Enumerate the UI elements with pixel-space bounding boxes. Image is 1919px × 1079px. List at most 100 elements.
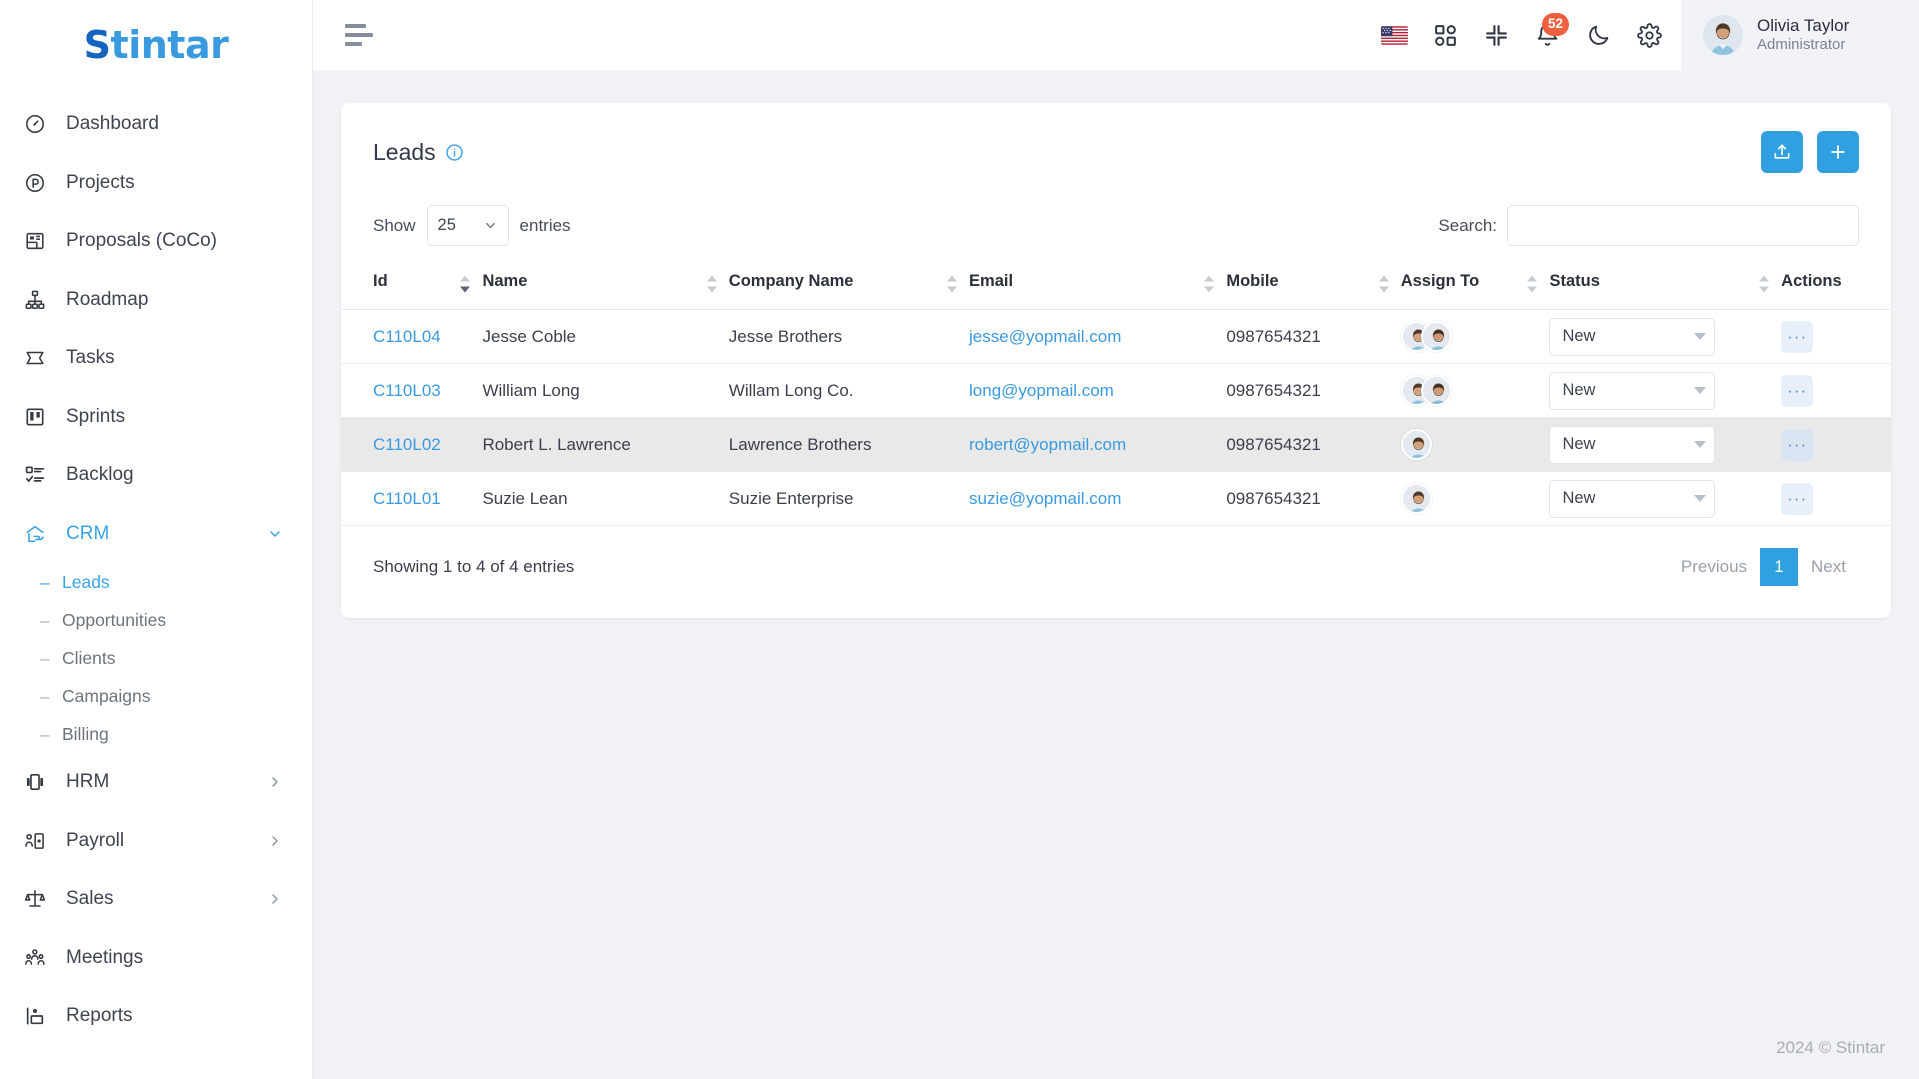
sidebar-item-roadmap[interactable]: Roadmap (0, 271, 312, 330)
hamburger-menu-icon[interactable] (345, 24, 379, 46)
cell-assign-to (1400, 309, 1550, 364)
column-label: Company Name (728, 272, 854, 290)
language-flag-icon[interactable] (1369, 10, 1420, 61)
profile-text: Olivia Taylor Administrator (1757, 15, 1849, 55)
column-label: Name (482, 272, 528, 290)
cell-actions: ··· (1781, 363, 1891, 418)
search-label: Search: (1438, 215, 1497, 235)
sidebar-item-label: CRM (66, 522, 110, 544)
chevron-right-icon (266, 832, 284, 850)
column-header-assign-to[interactable]: Assign To (1400, 258, 1550, 310)
assignee-avatars[interactable] (1400, 375, 1550, 406)
sidebar-item-reports[interactable]: Reports (0, 987, 312, 1046)
row-actions-button[interactable]: ··· (1781, 320, 1814, 353)
sidebar-item-dashboard[interactable]: Dashboard (0, 95, 312, 154)
sort-indicator (1759, 275, 1770, 292)
cell-assign-to (1400, 363, 1550, 418)
cell-actions: ··· (1781, 471, 1891, 526)
search-input[interactable] (1507, 205, 1859, 246)
sidebar-item-crm[interactable]: CRM (0, 505, 312, 564)
email-link[interactable]: jesse@yopmail.com (969, 327, 1121, 346)
entries-label: entries (519, 215, 571, 235)
column-header-id[interactable]: Id (341, 258, 483, 310)
sidebar-item-payroll[interactable]: Payroll (0, 812, 312, 871)
email-link[interactable]: suzie@yopmail.com (969, 489, 1121, 508)
email-link[interactable]: long@yopmail.com (969, 381, 1114, 400)
page-title: Leads (373, 139, 464, 166)
cell-id: C110L03 (341, 363, 483, 418)
sidebar-subitem-clients[interactable]: – Clients (0, 639, 312, 677)
sidebar-item-projects[interactable]: Projects (0, 154, 312, 213)
chevron-down-icon (266, 525, 284, 543)
notifications-bell-icon[interactable]: 52 (1522, 10, 1573, 61)
table-row[interactable]: C110L01 Suzie Lean Suzie Enterprise suzi… (341, 471, 1891, 526)
cell-assign-to (1400, 471, 1550, 526)
pagination-next[interactable]: Next (1798, 548, 1859, 586)
profile-name: Olivia Taylor (1757, 16, 1850, 35)
column-header-status[interactable]: Status (1549, 258, 1782, 310)
status-select[interactable]: New (1549, 317, 1716, 356)
lead-id-link[interactable]: C110L01 (373, 489, 441, 508)
cell-id: C110L04 (341, 309, 483, 364)
status-select[interactable]: New (1549, 371, 1716, 410)
info-icon[interactable] (445, 143, 464, 162)
status-select[interactable]: New (1549, 425, 1716, 464)
email-link[interactable]: robert@yopmail.com (969, 435, 1126, 454)
sidebar-subitem-campaigns[interactable]: – Campaigns (0, 677, 312, 715)
roadmap-icon (22, 287, 48, 313)
lead-id-link[interactable]: C110L03 (373, 381, 441, 400)
column-header-company[interactable]: Company Name (728, 258, 970, 310)
table-row[interactable]: C110L04 Jesse Coble Jesse Brothers jesse… (341, 309, 1891, 364)
page-title-text: Leads (373, 138, 436, 165)
sidebar-item-tasks[interactable]: Tasks (0, 329, 312, 388)
page-size-select[interactable]: 25 (426, 205, 509, 246)
status-select[interactable]: New (1549, 479, 1716, 518)
brand-logo[interactable]: Stintar (0, 0, 312, 89)
sidebar-item-sprints[interactable]: Sprints (0, 388, 312, 447)
row-actions-button[interactable]: ··· (1781, 374, 1814, 407)
lead-id-link[interactable]: C110L04 (373, 327, 441, 346)
dark-mode-moon-icon[interactable] (1573, 10, 1624, 61)
sidebar-item-backlog[interactable]: Backlog (0, 446, 312, 505)
profile-menu[interactable]: Olivia Taylor Administrator (1681, 0, 1919, 71)
table-row[interactable]: C110L02 Robert L. Lawrence Lawrence Brot… (341, 417, 1891, 472)
status-value: New (1562, 327, 1596, 345)
hrm-icon (22, 769, 48, 795)
status-value: New (1562, 381, 1596, 399)
pagination-previous[interactable]: Previous (1668, 548, 1760, 586)
sidebar-subitem-leads[interactable]: – Leads (0, 563, 312, 601)
assignee-avatars[interactable] (1400, 321, 1550, 352)
sidebar-subitem-billing[interactable]: – Billing (0, 715, 312, 753)
table-row[interactable]: C110L03 William Long Willam Long Co. lon… (341, 363, 1891, 418)
reports-icon (22, 1003, 48, 1029)
avatar (1420, 375, 1452, 406)
assignee-avatars[interactable] (1400, 483, 1550, 514)
sidebar-item-proposals[interactable]: Proposals (CoCo) (0, 212, 312, 271)
sidebar-subitem-opportunities[interactable]: – Opportunities (0, 601, 312, 639)
settings-gear-icon[interactable] (1624, 10, 1675, 61)
column-header-mobile[interactable]: Mobile (1226, 258, 1401, 310)
sidebar-subitem-label: Leads (62, 571, 110, 592)
avatar-image (1703, 15, 1743, 55)
sidebar-item-sales[interactable]: Sales (0, 870, 312, 929)
apps-grid-icon[interactable] (1420, 10, 1471, 61)
column-label: Status (1549, 272, 1600, 290)
sidebar-item-label: Dashboard (66, 113, 159, 135)
row-actions-button[interactable]: ··· (1781, 482, 1814, 515)
lead-id-link[interactable]: C110L02 (373, 435, 441, 454)
cell-name: Suzie Lean (482, 471, 729, 526)
row-actions-button[interactable]: ··· (1781, 428, 1814, 461)
show-entries-control: Show 25 entries (373, 205, 571, 246)
fullscreen-collapse-icon[interactable] (1471, 10, 1522, 61)
add-lead-button[interactable] (1817, 131, 1859, 173)
column-label: Actions (1781, 272, 1842, 290)
table-header-row: Id Name Company Name Email Mobile Assign… (341, 258, 1891, 310)
assignee-avatars[interactable] (1400, 429, 1550, 460)
column-header-email[interactable]: Email (969, 258, 1227, 310)
sidebar-item-hrm[interactable]: HRM (0, 753, 312, 812)
sidebar-item-meetings[interactable]: Meetings (0, 929, 312, 988)
import-button[interactable] (1761, 131, 1803, 173)
pagination-page-1[interactable]: 1 (1760, 548, 1799, 586)
sort-indicator (1527, 275, 1538, 292)
column-header-name[interactable]: Name (482, 258, 729, 310)
